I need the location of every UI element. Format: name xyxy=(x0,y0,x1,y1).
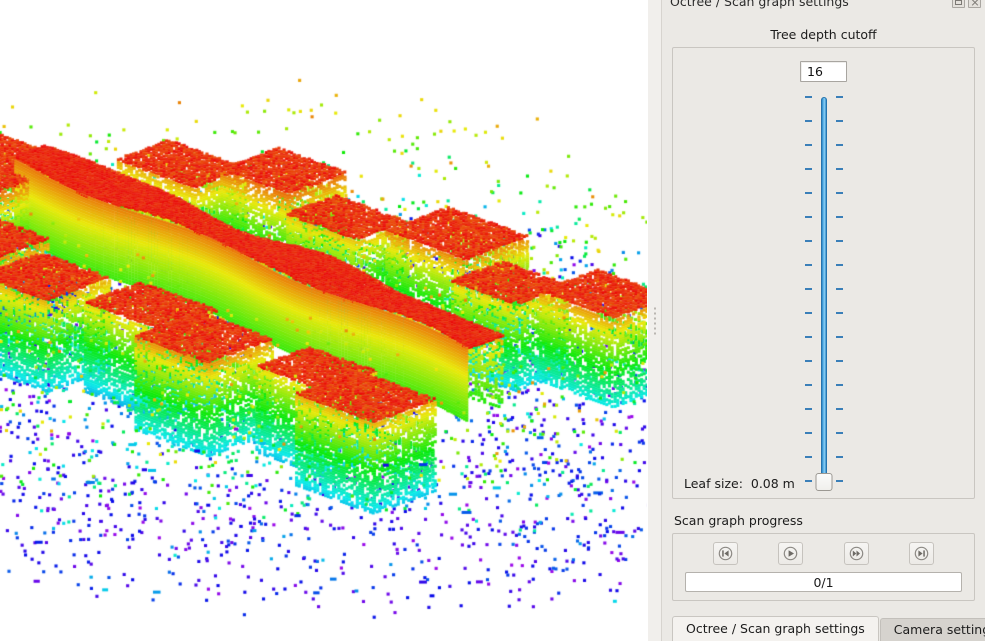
fast-forward-button[interactable] xyxy=(843,542,869,565)
slider-tick xyxy=(804,480,812,482)
panel-splitter[interactable] xyxy=(647,0,662,641)
tree-depth-slider[interactable] xyxy=(794,93,854,498)
scan-graph-progress-group: Scan graph progress 0/1 xyxy=(672,513,975,601)
splitter-grip[interactable] xyxy=(654,307,656,334)
slider-tick xyxy=(835,408,843,410)
slider-tick xyxy=(835,432,843,434)
skip-to-end-button[interactable] xyxy=(908,542,934,565)
settings-dock-panel: Octree / Scan graph settings Tree depth … xyxy=(662,0,985,641)
slider-tick xyxy=(835,120,843,122)
leaf-size-label: Leaf size: 0.08 m xyxy=(684,476,795,491)
tree-depth-value-input[interactable]: 16 xyxy=(800,61,847,82)
undock-icon[interactable] xyxy=(952,0,965,8)
slider-tick xyxy=(835,456,843,458)
skip-back-icon xyxy=(718,546,733,561)
close-icon[interactable] xyxy=(968,0,981,8)
fast-forward-icon xyxy=(849,546,863,561)
slider-tick xyxy=(835,168,843,170)
slider-tick xyxy=(804,312,812,314)
tree-depth-group: Tree depth cutoff 16 Leaf size: 0.08 m xyxy=(672,27,975,499)
slider-tick xyxy=(804,408,812,410)
octomap-point-cloud-canvas[interactable] xyxy=(0,0,647,641)
settings-tab-bar: Octree / Scan graph settings Camera sett… xyxy=(662,614,985,641)
slider-tick xyxy=(804,168,812,170)
dock-title-label: Octree / Scan graph settings xyxy=(670,0,849,9)
slider-tick xyxy=(835,312,843,314)
slider-tick xyxy=(804,384,812,386)
scan-graph-progress-bar: 0/1 xyxy=(685,572,962,592)
slider-tick xyxy=(804,120,812,122)
slider-tick xyxy=(804,456,812,458)
slider-tick xyxy=(835,384,843,386)
slider-tick xyxy=(804,336,812,338)
slider-tick xyxy=(804,360,812,362)
slider-tick xyxy=(804,288,812,290)
slider-tick xyxy=(804,144,812,146)
slider-tick xyxy=(804,432,812,434)
slider-groove xyxy=(820,97,827,481)
tab-octree-scan-graph-settings[interactable]: Octree / Scan graph settings xyxy=(672,616,879,641)
skip-forward-icon xyxy=(914,546,929,561)
scan-graph-progress-frame: 0/1 xyxy=(672,533,975,601)
slider-tick xyxy=(835,144,843,146)
slider-tick xyxy=(804,216,812,218)
slider-tick xyxy=(835,192,843,194)
slider-tick xyxy=(804,240,812,242)
scan-graph-progress-title: Scan graph progress xyxy=(674,513,803,528)
dock-title-bar: Octree / Scan graph settings xyxy=(662,0,985,11)
scan-graph-progress-text: 0/1 xyxy=(813,574,834,590)
dock-title-buttons xyxy=(952,0,981,8)
slider-handle[interactable] xyxy=(815,473,832,491)
slider-tick xyxy=(804,192,812,194)
tab-camera-settings[interactable]: Camera settings xyxy=(879,618,985,641)
skip-to-start-button[interactable] xyxy=(713,542,739,565)
slider-tick xyxy=(804,96,812,98)
scan-graph-button-row xyxy=(685,542,962,565)
play-icon xyxy=(784,546,798,561)
play-button[interactable] xyxy=(778,542,804,565)
slider-tick xyxy=(804,264,812,266)
slider-tick xyxy=(835,336,843,338)
slider-tick xyxy=(835,216,843,218)
slider-tick xyxy=(835,96,843,98)
tree-depth-group-title: Tree depth cutoff xyxy=(770,27,877,42)
3d-octomap-viewport[interactable] xyxy=(0,0,647,641)
slider-tick xyxy=(835,264,843,266)
tree-depth-group-frame: 16 Leaf size: 0.08 m xyxy=(672,47,975,499)
slider-tick xyxy=(835,360,843,362)
octomap-viewer-window: Octree / Scan graph settings Tree depth … xyxy=(0,0,985,641)
slider-tick xyxy=(835,288,843,290)
dock-body: Tree depth cutoff 16 Leaf size: 0.08 m S… xyxy=(662,11,985,614)
slider-tick xyxy=(835,480,843,482)
slider-tick xyxy=(835,240,843,242)
